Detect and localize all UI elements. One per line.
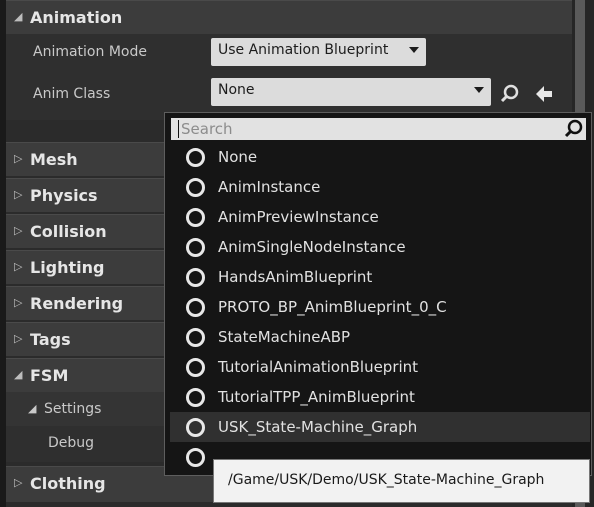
picker-item-label: AnimPreviewInstance xyxy=(218,208,379,226)
category-clothing-label: Clothing xyxy=(30,474,106,493)
triangle-down-icon: ◢ xyxy=(28,402,37,415)
triangle-right-icon: ▷ xyxy=(14,332,23,345)
class-icon xyxy=(186,388,205,407)
anim-class-label: Anim Class xyxy=(33,86,111,102)
anim-class-value: None xyxy=(218,82,255,98)
triangle-right-icon: ▷ xyxy=(14,296,23,309)
triangle-right-icon: ▷ xyxy=(14,224,23,237)
picker-item-animinstance[interactable]: AnimInstance xyxy=(170,172,590,202)
row-animation-mode: Animation Mode Use Animation Blueprint xyxy=(6,34,572,72)
picker-item-label: TutorialTPP_AnimBlueprint xyxy=(218,388,415,406)
asset-path-tooltip: /Game/USK/Demo/USK_State-Machine_Graph xyxy=(213,459,590,503)
picker-item-statemachineabp[interactable]: StateMachineABP xyxy=(170,322,590,352)
picker-item-label: None xyxy=(218,148,258,166)
class-icon xyxy=(186,328,205,347)
magnifier-icon[interactable] xyxy=(500,84,520,104)
text-cursor xyxy=(178,120,179,138)
picker-item-tutorialtpp-animblueprint[interactable]: TutorialTPP_AnimBlueprint xyxy=(170,382,590,412)
category-tags-label: Tags xyxy=(30,330,71,349)
category-rendering-label: Rendering xyxy=(30,294,124,313)
animation-mode-value: Use Animation Blueprint xyxy=(218,42,389,58)
picker-item-animpreviewinstance[interactable]: AnimPreviewInstance xyxy=(170,202,590,232)
picker-item-label: StateMachineABP xyxy=(218,328,351,346)
picker-item-label: TutorialAnimationBlueprint xyxy=(218,358,419,376)
picker-item-label: AnimInstance xyxy=(218,178,321,196)
category-animation[interactable]: ◢ Animation xyxy=(6,0,572,34)
picker-item-label: HandsAnimBlueprint xyxy=(218,268,373,286)
category-animation-label: Animation xyxy=(30,8,123,27)
chevron-down-icon xyxy=(474,87,484,93)
class-picker-popup: None AnimInstance AnimPreviewInstance An… xyxy=(164,112,592,476)
triangle-right-icon: ▷ xyxy=(14,152,23,165)
picker-item-handsanimblueprint[interactable]: HandsAnimBlueprint xyxy=(170,262,590,292)
picker-item-label: PROTO_BP_AnimBlueprint_0_C xyxy=(218,298,447,316)
tooltip-text: /Game/USK/Demo/USK_State-Machine_Graph xyxy=(228,472,545,488)
class-icon xyxy=(186,298,205,317)
category-mesh-label: Mesh xyxy=(30,150,78,169)
fsm-settings-label: Settings xyxy=(44,401,102,417)
picker-item-tutorialanimationblueprint[interactable]: TutorialAnimationBlueprint xyxy=(170,352,590,382)
picker-item-none[interactable]: None xyxy=(170,142,590,172)
triangle-right-icon: ▷ xyxy=(14,476,23,489)
category-fsm-label: FSM xyxy=(30,366,69,385)
picker-item-label: AnimSingleNodeInstance xyxy=(218,238,406,256)
class-icon xyxy=(186,418,205,437)
magnifier-icon xyxy=(564,119,583,138)
animation-mode-label: Animation Mode xyxy=(33,44,147,60)
search-input[interactable] xyxy=(173,118,566,140)
class-icon xyxy=(186,208,205,227)
arrow-left-icon[interactable] xyxy=(534,84,554,104)
class-icon xyxy=(186,238,205,257)
search-field[interactable] xyxy=(171,118,586,140)
category-lighting-label: Lighting xyxy=(30,258,105,277)
animation-mode-dropdown[interactable]: Use Animation Blueprint xyxy=(211,38,426,66)
fsm-debug-label: Debug xyxy=(48,435,95,451)
category-collision-label: Collision xyxy=(30,222,107,241)
category-physics-label: Physics xyxy=(30,186,98,205)
class-icon xyxy=(186,358,205,377)
picker-item-proto-bp-animblueprint[interactable]: PROTO_BP_AnimBlueprint_0_C xyxy=(170,292,590,322)
chevron-down-icon xyxy=(409,47,419,53)
triangle-down-icon: ◢ xyxy=(14,10,23,23)
triangle-down-icon: ◢ xyxy=(14,368,23,381)
class-icon xyxy=(186,178,205,197)
triangle-right-icon: ▷ xyxy=(14,260,23,273)
anim-class-combo[interactable]: None xyxy=(211,78,491,106)
picker-item-label: USK_State-Machine_Graph xyxy=(218,418,418,436)
triangle-right-icon: ▷ xyxy=(14,188,23,201)
picker-item-animsinglenodeinstance[interactable]: AnimSingleNodeInstance xyxy=(170,232,590,262)
class-icon xyxy=(186,148,205,167)
picker-item-usk-state-machine-graph[interactable]: USK_State-Machine_Graph xyxy=(170,412,590,442)
class-icon xyxy=(186,448,205,467)
class-icon xyxy=(186,268,205,287)
